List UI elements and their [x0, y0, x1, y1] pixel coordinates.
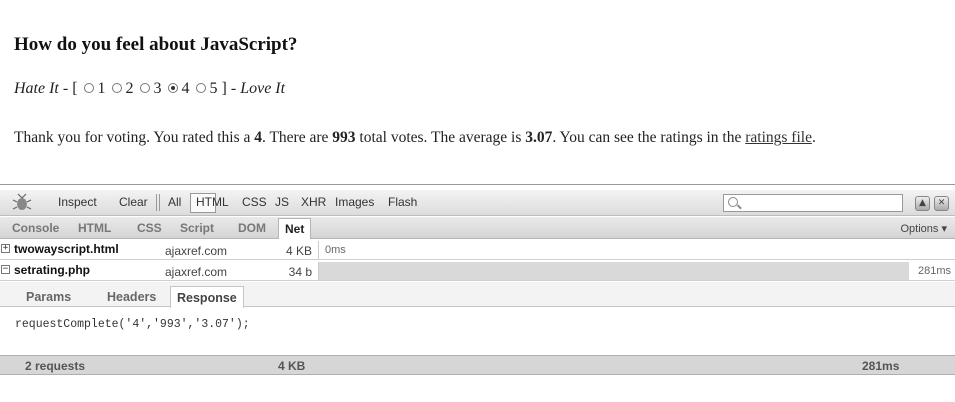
minimize-panel-icon[interactable]: ▲ [915, 196, 930, 211]
page-title: How do you feel about JavaScript? [14, 34, 298, 55]
rated-value: 4 [254, 129, 262, 146]
tab-dom[interactable]: DOM [238, 221, 266, 235]
rating-label-2: 2 [125, 80, 134, 97]
net-summary-bar: 2 requests 4 KB 281ms [0, 355, 955, 375]
close-panel-icon[interactable]: ✕ [934, 196, 949, 211]
search-icon [728, 197, 738, 207]
firebug-tabs: Console HTML CSS Script DOM Net Options … [0, 217, 955, 239]
rating-label-5: 5 [209, 80, 218, 97]
request-size: 34 b [288, 265, 312, 279]
inspect-button[interactable]: Inspect [58, 195, 97, 209]
result-text-4: . You can see the ratings in the [552, 129, 746, 146]
tab-html[interactable]: HTML [78, 221, 111, 235]
request-domain: ajaxref.com [165, 244, 228, 258]
details-tabs: Params Headers Response [0, 282, 955, 308]
average-value: 3.07 [525, 129, 553, 146]
filter-xhr[interactable]: XHR [301, 195, 326, 209]
response-text: requestComplete('4','993','3.07'); [15, 318, 250, 331]
rating-label-4: 4 [181, 80, 190, 97]
firebug-toolbar: Inspect Clear All HTML CSS JS XHR Images… [0, 190, 955, 216]
rating-radio-4[interactable] [167, 83, 178, 93]
request-size: 4 KB [285, 244, 312, 258]
options-menu[interactable]: Options ▾ [901, 222, 948, 235]
request-file: setrating.php [14, 263, 91, 277]
firebug-icon[interactable] [12, 193, 32, 213]
request-time: 0ms [325, 244, 346, 256]
filter-css[interactable]: CSS [242, 195, 267, 209]
toolbar-divider [156, 194, 157, 211]
request-timeline: 0ms [318, 241, 955, 259]
timeline-bar [319, 262, 909, 280]
total-votes: 993 [332, 129, 356, 146]
rating-close-bracket: ] - [221, 80, 241, 97]
request-timeline: 281ms [318, 262, 955, 280]
result-text-1: Thank you for voting. You rated this a [14, 129, 255, 146]
result-text-2: . There are [261, 129, 333, 146]
request-row[interactable]: + twowayscript.html ajaxref.com 4 KB 0ms [0, 240, 955, 260]
search-input[interactable] [723, 194, 903, 212]
request-domain: ajaxref.com [165, 265, 228, 279]
tab-headers[interactable]: Headers [107, 290, 156, 304]
summary-time: 281ms [862, 359, 900, 373]
filter-html[interactable]: HTML [196, 195, 229, 209]
tab-response[interactable]: Response [170, 286, 244, 308]
tab-net[interactable]: Net [278, 218, 312, 239]
toolbar-divider [159, 194, 160, 211]
rating-row: Hate It - [ 1 2 3 4 5 ] - Love It [14, 80, 285, 98]
hate-it-label: Hate It [14, 80, 59, 97]
rating-radio-1[interactable] [83, 83, 94, 93]
web-page: How do you feel about JavaScript? Hate I… [0, 0, 955, 180]
request-time: 281ms [917, 265, 951, 277]
result-text-5: . [811, 129, 816, 146]
collapse-icon[interactable]: − [1, 265, 10, 274]
filter-images[interactable]: Images [335, 195, 374, 209]
rating-open-bracket: - [ [58, 80, 78, 97]
expand-icon[interactable]: + [1, 244, 10, 253]
love-it-label: Love It [240, 80, 286, 97]
clear-button[interactable]: Clear [119, 195, 148, 209]
filter-flash[interactable]: Flash [388, 195, 417, 209]
request-file: twowayscript.html [14, 242, 119, 256]
rating-label-1: 1 [97, 80, 106, 97]
rating-radio-5[interactable] [195, 83, 206, 93]
rating-radio-3[interactable] [139, 83, 150, 93]
tab-params[interactable]: Params [26, 290, 71, 304]
tab-console[interactable]: Console [12, 221, 59, 235]
result-text-3: total votes. The average is [355, 129, 526, 146]
tab-script[interactable]: Script [180, 221, 214, 235]
tab-css[interactable]: CSS [137, 221, 162, 235]
firebug-panel: Inspect Clear All HTML CSS JS XHR Images… [0, 184, 955, 402]
request-row[interactable]: − setrating.php ajaxref.com 34 b 281ms [0, 261, 955, 281]
filter-js[interactable]: JS [275, 195, 289, 209]
request-details: Params Headers Response requestComplete(… [0, 282, 955, 348]
filter-all[interactable]: All [168, 195, 181, 209]
rating-label-3: 3 [153, 80, 162, 97]
vote-result-text: Thank you for voting. You rated this a 4… [14, 129, 816, 147]
summary-requests: 2 requests [25, 359, 86, 373]
rating-radio-2[interactable] [111, 83, 122, 93]
ratings-file-link[interactable]: ratings file [745, 129, 812, 146]
summary-size: 4 KB [278, 359, 306, 373]
